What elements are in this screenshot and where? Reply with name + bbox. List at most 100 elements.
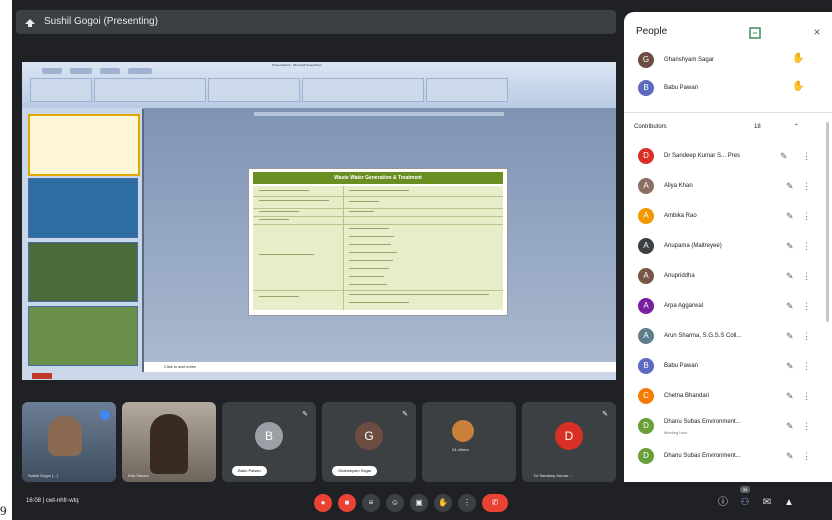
chat-icon[interactable]: ✉ — [760, 495, 774, 511]
more-options-icon[interactable]: ⋮ — [802, 210, 811, 222]
participant-row[interactable]: D Dhanu Subas Environment... ✎ ⋮ — [634, 442, 824, 472]
emoji-button[interactable]: ☺ — [386, 494, 404, 512]
participant-tile[interactable]: ✎ G Ghanshyam Sagar — [322, 402, 416, 482]
mic-off-button[interactable]: ● — [314, 494, 332, 512]
participant-tile[interactable]: Rita Sahani — [122, 402, 216, 482]
participant-row[interactable]: A Anupriddha ✎ ⋮ — [634, 262, 824, 292]
ruler — [254, 112, 504, 116]
avatar: A — [638, 208, 654, 224]
host-row[interactable]: G Ghanshyam Sagar ✋ — [634, 46, 824, 76]
more-options-icon[interactable]: ⋮ — [802, 450, 811, 462]
meet-window: Sushil Gogoi (Presenting) Presentation1 … — [12, 0, 832, 520]
slide-thumbnail — [28, 242, 138, 302]
more-options-icon[interactable]: ⋮ — [802, 300, 811, 312]
participant-row[interactable]: A Ambika Rao ✎ ⋮ — [634, 202, 824, 232]
status-indicator — [32, 373, 52, 379]
more-options-icon[interactable]: ⋮ — [802, 240, 811, 252]
host-row[interactable]: B Babu Pawan ✋ — [634, 74, 824, 104]
section-divider — [624, 112, 832, 113]
avatar: G — [638, 52, 654, 68]
more-options-icon[interactable]: ⋮ — [802, 270, 811, 282]
tile-name: Sushil Gogoi (...) — [28, 473, 58, 478]
ribbon-group — [208, 78, 300, 102]
contributors-section-header[interactable]: Contributors 18 ⌃ — [634, 116, 824, 138]
cell-text — [349, 252, 397, 253]
participant-tile[interactable]: ✎ B Babu Pawan — [222, 402, 316, 482]
mic-off-icon: ✎ — [786, 211, 794, 221]
present-icon — [25, 19, 35, 27]
leave-call-button[interactable]: ✆ — [482, 494, 508, 512]
table-row — [253, 216, 503, 217]
ribbon-tab — [128, 68, 152, 74]
present-button[interactable]: ▣ — [410, 494, 428, 512]
presenter-bar: Sushil Gogoi (Presenting) — [16, 10, 616, 34]
table-row — [253, 224, 503, 225]
camera-off-button[interactable]: ■ — [338, 494, 356, 512]
participant-row[interactable]: D Dr Sandeep Kumar S... Pres ✎ ⋮ — [634, 142, 824, 172]
people-icon[interactable]: ⚇ — [738, 495, 752, 511]
participant-row[interactable]: A Anupama (Maitreyee) ✎ ⋮ — [634, 232, 824, 262]
participant-row[interactable]: C Chetna Bhandari ✎ ⋮ — [634, 382, 824, 412]
participant-tile[interactable]: Sushil Gogoi (...) — [22, 402, 116, 482]
people-scrollbar[interactable] — [826, 122, 829, 322]
raise-hand-button[interactable]: ✋ — [434, 494, 452, 512]
ribbon-group — [426, 78, 508, 102]
ribbon-tab — [70, 68, 92, 74]
participant-tile[interactable]: ✎ D Dr Sandeep Kumar ... — [522, 402, 616, 482]
mic-off-icon: ✎ — [786, 181, 794, 191]
participant-name: Aliya Khan — [664, 183, 693, 189]
mic-off-icon: ✎ — [780, 151, 788, 161]
cell-text — [349, 260, 393, 261]
more-options-icon[interactable]: ⋮ — [802, 420, 811, 432]
more-options-icon[interactable]: ⋮ — [802, 360, 811, 372]
chevron-up-icon[interactable]: ⌃ — [794, 116, 799, 138]
participant-name: Anupriddha — [664, 273, 695, 279]
cell-text — [349, 190, 409, 191]
participant-row[interactable]: D Dhanu Subas Environment... Meeting hos… — [634, 412, 824, 442]
avatar: D — [638, 418, 654, 434]
cell-text — [349, 268, 389, 269]
activities-icon[interactable]: ▲ — [782, 495, 796, 511]
participant-row[interactable]: B Babu Pawan ✎ ⋮ — [634, 352, 824, 382]
participant-name: Dhanu Subas Environment... — [664, 453, 741, 459]
mic-off-icon: ✎ — [786, 301, 794, 311]
notes-pane[interactable]: Click to add notes — [144, 362, 616, 372]
powerpoint-window-title: Presentation1 - Microsoft PowerPoint — [272, 63, 322, 67]
avatar: A — [638, 328, 654, 344]
cell-text — [349, 284, 387, 285]
more-options-icon[interactable]: ⋮ — [802, 330, 811, 342]
cell-text — [349, 211, 374, 212]
cell-text — [259, 211, 299, 212]
avatar: B — [638, 358, 654, 374]
powerpoint-ribbon: Presentation1 - Microsoft PowerPoint — [22, 62, 616, 109]
shared-screen: Presentation1 - Microsoft PowerPoint Was… — [22, 62, 616, 380]
participant-row[interactable]: A Arun Sharma, S.G.S.S Coll... ✎ ⋮ — [634, 322, 824, 352]
captions-button[interactable]: ≡ — [362, 494, 380, 512]
info-icon[interactable]: ⓘ — [716, 495, 730, 511]
cell-text — [349, 228, 389, 229]
slide-table — [253, 186, 503, 310]
participant-name-text: Dr Sandeep Kumar S... — [664, 153, 727, 159]
people-panel-title: People — [636, 26, 668, 37]
edit-icon[interactable] — [748, 26, 762, 40]
people-panel: People × G Ghanshyam Sagar ✋ B Babu Pawa… — [624, 12, 832, 482]
avatar: A — [638, 298, 654, 314]
mic-off-icon: ✎ — [786, 451, 794, 461]
participant-row[interactable]: A Aliya Khan ✎ ⋮ — [634, 172, 824, 202]
participant-name: Dr Sandeep Kumar S... Pres — [664, 150, 784, 162]
others-tile[interactable]: 24 others — [422, 402, 516, 482]
more-options-button[interactable]: ⋮ — [458, 494, 476, 512]
page-number: 9 — [0, 503, 7, 518]
mic-off-icon: ✎ — [302, 411, 308, 418]
avatar: D — [555, 422, 583, 450]
participant-name: Arun Sharma, S.G.S.S Coll... — [664, 333, 742, 339]
more-options-icon[interactable]: ⋮ — [802, 150, 811, 162]
more-options-icon[interactable]: ⋮ — [802, 180, 811, 192]
close-icon[interactable]: × — [810, 25, 824, 39]
avatar: A — [638, 178, 654, 194]
tile-name: Ghanshyam Sagar — [332, 466, 378, 476]
participant-row[interactable]: A Arpa Aggarwal ✎ ⋮ — [634, 292, 824, 322]
more-options-icon[interactable]: ⋮ — [802, 390, 811, 402]
tile-name: Rita Sahani — [128, 473, 149, 478]
hand-raised-icon: ✋ — [792, 53, 805, 64]
